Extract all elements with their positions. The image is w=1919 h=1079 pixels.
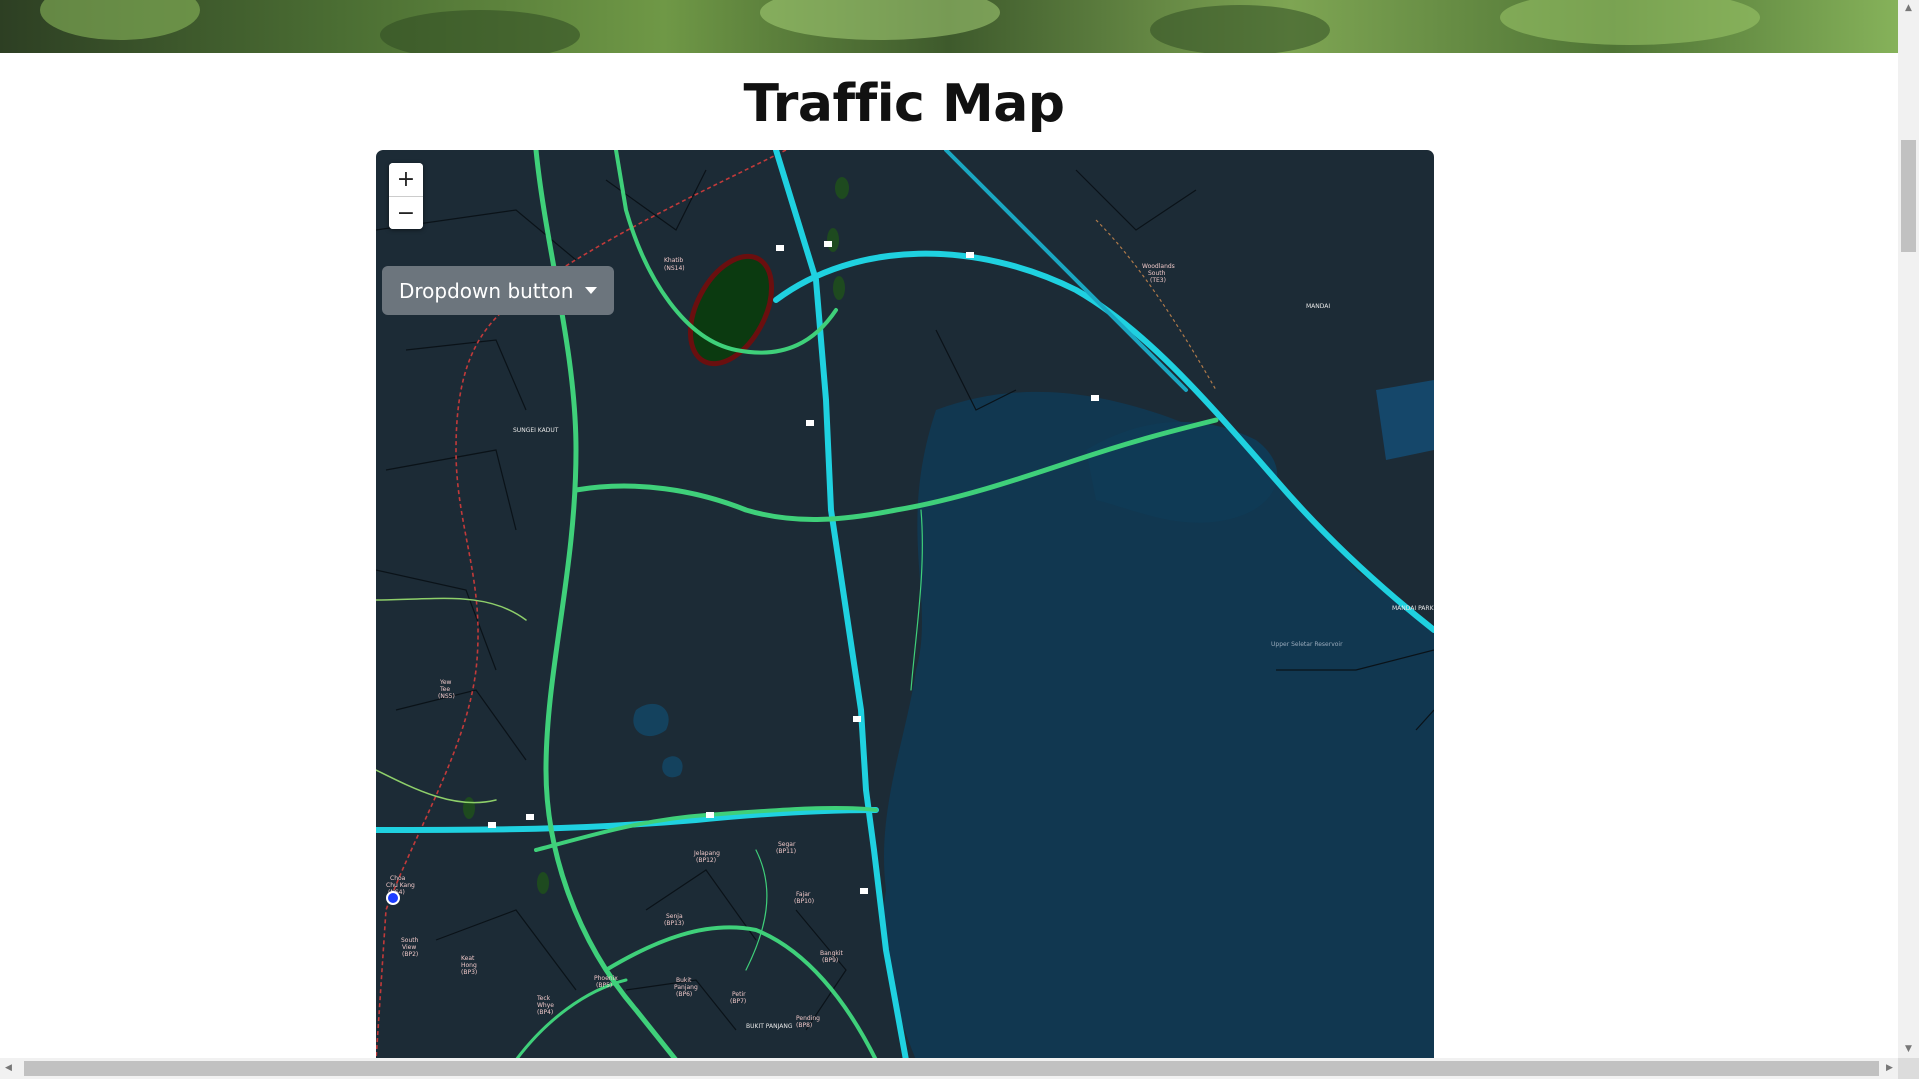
svg-text:(BP7): (BP7) xyxy=(730,998,746,1005)
place-label: Bukit xyxy=(676,977,692,984)
scroll-left-arrow-icon[interactable]: ◀ xyxy=(0,1058,17,1079)
svg-text:Whye: Whye xyxy=(537,1002,554,1009)
svg-text:(BP5): (BP5) xyxy=(596,982,612,989)
park xyxy=(537,872,549,894)
svg-text:(BP13): (BP13) xyxy=(664,920,684,927)
svg-text:View: View xyxy=(402,944,416,951)
horizontal-scroll-thumb[interactable] xyxy=(24,1061,1879,1076)
place-label: Keat xyxy=(461,955,475,962)
park-track xyxy=(687,253,775,367)
place-label: Fajar xyxy=(796,891,811,898)
svg-text:(NS14): (NS14) xyxy=(664,265,685,272)
place-label: Pending xyxy=(796,1015,820,1022)
svg-text:Tee: Tee xyxy=(439,686,450,693)
zoom-in-button[interactable]: + xyxy=(389,163,423,196)
svg-text:South: South xyxy=(1148,270,1166,277)
place-label: BUKIT PANJANG xyxy=(746,1023,793,1030)
svg-text:Panjang: Panjang xyxy=(674,984,698,991)
place-label: Upper Seletar Reservoir xyxy=(1271,641,1343,648)
park xyxy=(463,797,475,819)
place-label: MANDAI PARK xyxy=(1392,605,1434,612)
svg-text:(BP12): (BP12) xyxy=(696,857,716,864)
traffic-map[interactable]: Khatib (NS14) Yew Tee (NS5) Woodlands South(… xyxy=(376,150,1434,1060)
horizontal-scrollbar[interactable]: ◀ ▶ xyxy=(0,1058,1898,1079)
place-label: Senja xyxy=(666,913,683,920)
place-label: Woodlands xyxy=(1142,263,1175,270)
svg-text:Chu Kang: Chu Kang xyxy=(386,882,415,889)
zoom-out-button[interactable]: − xyxy=(389,196,423,229)
place-label: Teck xyxy=(536,995,551,1002)
svg-text:(BP3): (BP3) xyxy=(461,969,477,976)
place-label: Khatib xyxy=(664,257,683,264)
vertical-scroll-thumb[interactable] xyxy=(1901,140,1916,252)
svg-text:(BP4): (BP4) xyxy=(537,1009,553,1016)
lake-water xyxy=(662,756,683,778)
minor-road xyxy=(376,769,497,804)
place-label: Petir xyxy=(732,991,746,998)
place-label: South xyxy=(401,937,419,944)
minor-road xyxy=(745,849,768,971)
place-label: Yew xyxy=(439,679,452,686)
svg-text:(BP9): (BP9) xyxy=(822,957,838,964)
park xyxy=(827,228,839,252)
header-banner-image xyxy=(0,0,1898,53)
place-label: MANDAI xyxy=(1306,303,1330,310)
scroll-right-arrow-icon[interactable]: ▶ xyxy=(1881,1058,1898,1079)
svg-text:(BP8): (BP8) xyxy=(796,1022,812,1029)
scrollbar-corner xyxy=(1898,1058,1919,1079)
lake-water xyxy=(633,703,669,737)
place-label: SUNGEI KADUT xyxy=(513,427,559,434)
svg-text:(BP6): (BP6) xyxy=(676,991,692,998)
minor-road xyxy=(376,597,527,621)
arterial-road xyxy=(514,978,628,1060)
reservoir-water xyxy=(1376,380,1434,460)
zoom-control: + − xyxy=(389,163,423,229)
caret-down-icon xyxy=(585,287,598,294)
park xyxy=(833,276,845,300)
svg-text:(TE3): (TE3) xyxy=(1150,277,1166,284)
scroll-down-arrow-icon[interactable]: ▼ xyxy=(1898,1041,1919,1058)
page-title: Traffic Map xyxy=(743,74,1065,134)
place-label: Choa xyxy=(390,875,406,882)
svg-text:(BP10): (BP10) xyxy=(794,898,814,905)
layer-dropdown-button[interactable]: Dropdown button xyxy=(382,266,615,315)
dropdown-label: Dropdown button xyxy=(399,278,574,303)
location-marker xyxy=(386,891,400,905)
svg-text:Hong: Hong xyxy=(461,962,477,969)
rail-line xyxy=(1095,219,1217,391)
scroll-up-arrow-icon[interactable]: ▲ xyxy=(1898,0,1919,17)
vertical-scrollbar[interactable]: ▲ ▼ xyxy=(1898,0,1919,1058)
place-label: Bangkit xyxy=(820,950,844,957)
park xyxy=(835,177,849,199)
place-label: Jelapang xyxy=(693,850,720,857)
place-label: Segar xyxy=(778,841,796,848)
place-label: Phoenix xyxy=(594,975,618,982)
svg-text:(BP2): (BP2) xyxy=(402,951,418,958)
svg-text:(NS5): (NS5) xyxy=(438,693,455,700)
svg-text:(BP11): (BP11) xyxy=(776,848,796,855)
